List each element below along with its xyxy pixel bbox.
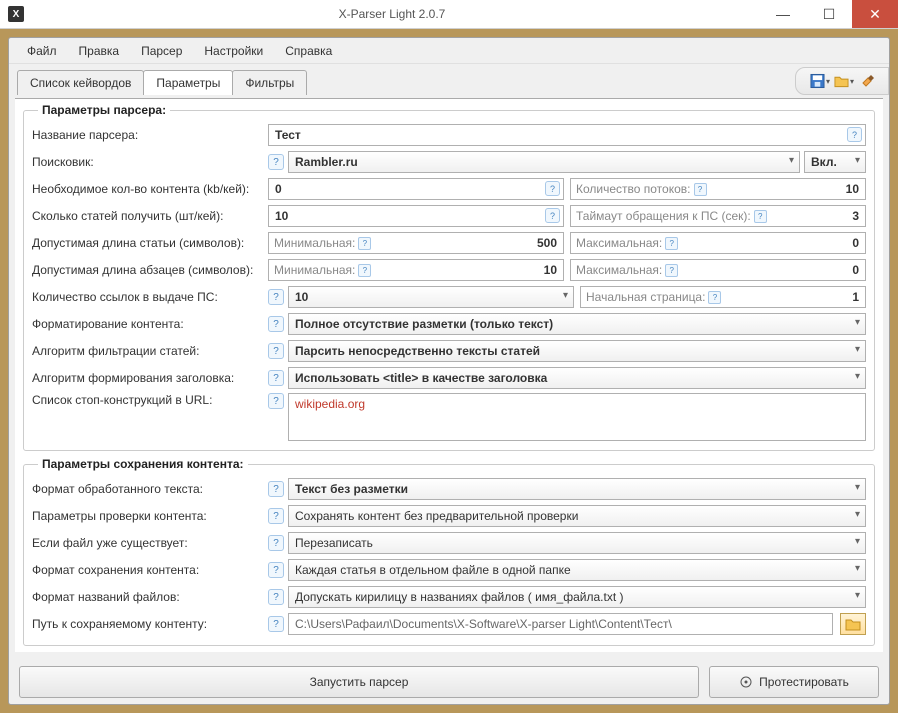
save-legend: Параметры сохранения контента: — [38, 457, 248, 471]
help-icon[interactable]: ? — [268, 154, 284, 170]
format-label: Форматирование контента: — [32, 317, 264, 331]
menu-parser[interactable]: Парсер — [131, 40, 192, 62]
check-select[interactable] — [288, 505, 866, 527]
save-icon[interactable]: ▾ — [810, 71, 830, 91]
text-format-select[interactable] — [288, 478, 866, 500]
app-icon: X — [8, 6, 24, 22]
content-kb-input[interactable] — [268, 178, 564, 200]
test-label: Протестировать — [759, 675, 849, 689]
parser-params-group: Параметры парсера: Название парсера: ? П… — [23, 103, 875, 451]
article-min-input[interactable] — [268, 232, 564, 254]
help-icon[interactable]: ? — [268, 616, 284, 632]
engine-label: Поисковик: — [32, 155, 264, 169]
timeout-input[interactable] — [570, 205, 866, 227]
help-icon[interactable]: ? — [268, 393, 284, 409]
links-select[interactable] — [288, 286, 574, 308]
check-label: Параметры проверки контента: — [32, 509, 264, 523]
para-max-input[interactable] — [570, 259, 866, 281]
help-icon[interactable]: ? — [268, 343, 284, 359]
filename-select[interactable] — [288, 586, 866, 608]
engine-enabled-select[interactable] — [804, 151, 866, 173]
format-select[interactable] — [288, 313, 866, 335]
path-input[interactable] — [288, 613, 833, 635]
article-max-input[interactable] — [570, 232, 866, 254]
browse-button[interactable] — [840, 613, 866, 635]
articles-label: Сколько статей получить (шт/кей): — [32, 209, 264, 223]
save-format-label: Формат сохранения контента: — [32, 563, 264, 577]
parser-legend: Параметры парсера: — [38, 103, 170, 117]
minimize-button[interactable]: — — [760, 0, 806, 28]
folder-icon — [845, 616, 861, 632]
toolbar: ▾ ▾ — [795, 67, 889, 95]
stop-url-label: Список стоп-конструкций в URL: — [32, 393, 264, 407]
save-format-select[interactable] — [288, 559, 866, 581]
menu-edit[interactable]: Правка — [69, 40, 130, 62]
run-label: Запустить парсер — [310, 675, 409, 689]
maximize-button[interactable]: ☐ — [806, 0, 852, 28]
help-icon[interactable]: ? — [268, 481, 284, 497]
folder-icon[interactable]: ▾ — [834, 71, 854, 91]
tab-filters[interactable]: Фильтры — [232, 70, 307, 95]
clear-icon[interactable] — [858, 71, 878, 91]
help-icon[interactable]: ? — [268, 508, 284, 524]
help-icon[interactable]: ? — [268, 370, 284, 386]
content-kb-label: Необходимое кол-во контента (kb/кей): — [32, 182, 264, 196]
para-length-label: Допустимая длина абзацев (символов): — [32, 263, 264, 277]
tabs: Список кейвордов Параметры Фильтры — [9, 69, 306, 94]
title-algo-select[interactable] — [288, 367, 866, 389]
titlebar: X X-Parser Light 2.0.7 — ☐ ✕ — [0, 0, 898, 29]
help-icon[interactable]: ? — [268, 316, 284, 332]
save-params-group: Параметры сохранения контента: Формат об… — [23, 457, 875, 646]
menu-help[interactable]: Справка — [275, 40, 342, 62]
window-title: X-Parser Light 2.0.7 — [24, 7, 760, 21]
threads-input[interactable] — [570, 178, 866, 200]
links-label: Количество ссылок в выдаче ПС: — [32, 290, 264, 304]
path-label: Путь к сохраняемому контенту: — [32, 617, 264, 631]
para-min-input[interactable] — [268, 259, 564, 281]
filter-algo-select[interactable] — [288, 340, 866, 362]
help-icon[interactable]: ? — [545, 181, 560, 196]
filename-label: Формат названий файлов: — [32, 590, 264, 604]
help-icon[interactable]: ? — [545, 208, 560, 223]
tab-params[interactable]: Параметры — [143, 70, 233, 95]
exists-select[interactable] — [288, 532, 866, 554]
help-icon[interactable]: ? — [268, 562, 284, 578]
engine-select[interactable] — [288, 151, 800, 173]
close-button[interactable]: ✕ — [852, 0, 898, 28]
parser-name-label: Название парсера: — [32, 128, 264, 142]
title-algo-label: Алгоритм формирования заголовка: — [32, 371, 264, 385]
test-button[interactable]: Протестировать — [709, 666, 879, 698]
filter-algo-label: Алгоритм фильтрации статей: — [32, 344, 264, 358]
articles-input[interactable] — [268, 205, 564, 227]
help-icon[interactable]: ? — [268, 289, 284, 305]
menu-file[interactable]: Файл — [17, 40, 67, 62]
exists-label: Если файл уже существует: — [32, 536, 264, 550]
stop-url-textarea[interactable] — [288, 393, 866, 441]
parser-name-input[interactable] — [268, 124, 866, 146]
text-format-label: Формат обработанного текста: — [32, 482, 264, 496]
run-parser-button[interactable]: Запустить парсер — [19, 666, 699, 698]
help-icon[interactable]: ? — [268, 535, 284, 551]
tab-keywords[interactable]: Список кейвордов — [17, 70, 144, 95]
help-icon[interactable]: ? — [847, 127, 862, 142]
article-length-label: Допустимая длина статьи (символов): — [32, 236, 264, 250]
menubar: Файл Правка Парсер Настройки Справка — [9, 38, 889, 64]
start-page-input[interactable] — [580, 286, 866, 308]
menu-settings[interactable]: Настройки — [194, 40, 273, 62]
help-icon[interactable]: ? — [268, 589, 284, 605]
target-icon — [739, 675, 753, 689]
